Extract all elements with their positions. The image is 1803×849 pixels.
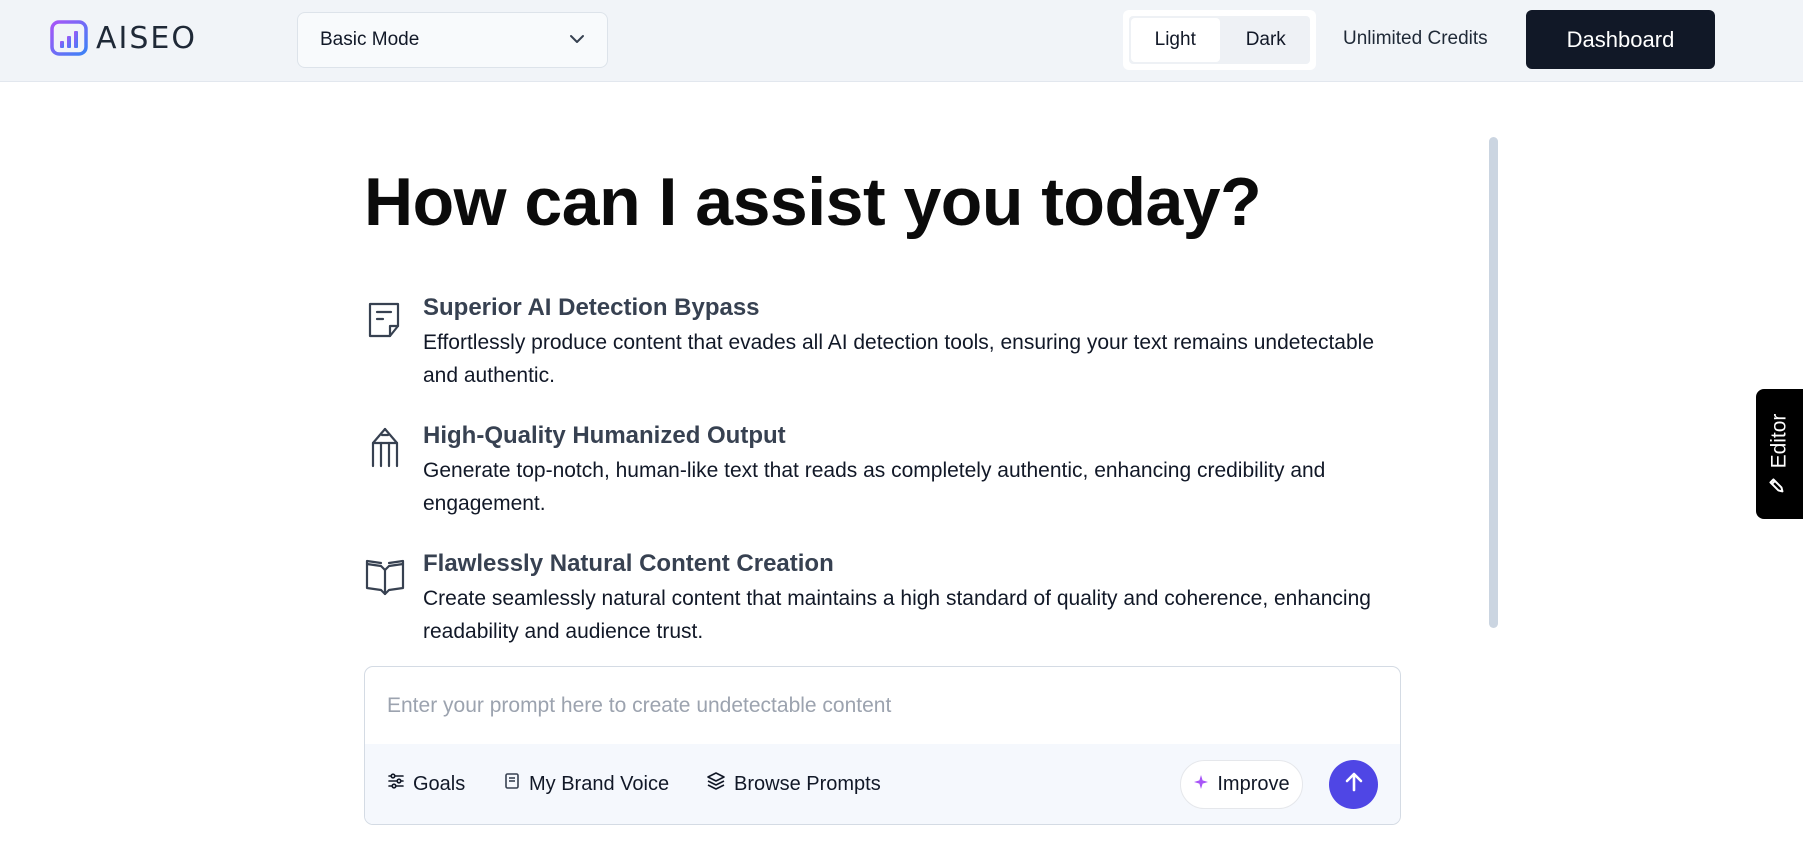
editor-tab-label: Editor xyxy=(1767,413,1791,469)
feature-description: Effortlessly produce content that evades… xyxy=(423,331,1375,387)
goals-label: Goals xyxy=(413,772,466,795)
top-header: AISEO Basic Mode Light Dark Unlimited Cr… xyxy=(0,0,1803,82)
feature-item: Superior AI Detection Bypass Effortlessl… xyxy=(364,292,1404,392)
feature-title: High-Quality Humanized Output xyxy=(423,422,786,449)
browse-prompts-button[interactable]: Browse Prompts xyxy=(706,768,881,800)
arrow-up-icon xyxy=(1343,771,1365,798)
logo-text: AISEO xyxy=(96,20,197,56)
feature-description: Generate top-notch, human-like text that… xyxy=(423,459,1326,515)
brand-voice-button[interactable]: My Brand Voice xyxy=(503,768,669,800)
dashboard-button[interactable]: Dashboard xyxy=(1526,10,1715,69)
logo-icon xyxy=(50,20,88,56)
theme-dark-button[interactable]: Dark xyxy=(1222,16,1311,64)
mode-select[interactable]: Basic Mode xyxy=(297,12,608,68)
sparkle-icon xyxy=(1193,773,1209,796)
sliders-icon xyxy=(387,772,405,796)
editor-tab-content: Editor xyxy=(1768,414,1792,495)
notebook-icon xyxy=(503,772,521,796)
prompt-toolbar: Goals My Brand Voice Browse Prompts Impr… xyxy=(365,744,1400,824)
feature-item: Flawlessly Natural Content Creation Crea… xyxy=(364,548,1404,644)
send-button[interactable] xyxy=(1329,760,1378,809)
content-scrollbar[interactable] xyxy=(1489,137,1498,628)
editor-tab[interactable]: Editor xyxy=(1756,389,1803,519)
mode-select-value: Basic Mode xyxy=(320,29,420,50)
prompt-input[interactable] xyxy=(365,667,1400,744)
browse-prompts-label: Browse Prompts xyxy=(734,772,881,795)
layers-icon xyxy=(706,771,726,797)
goals-button[interactable]: Goals xyxy=(387,768,465,800)
improve-label: Improve xyxy=(1217,773,1290,795)
theme-light-button[interactable]: Light xyxy=(1131,18,1220,62)
feature-description: Create seamlessly natural content that m… xyxy=(423,587,1371,643)
theme-toggle-track: Light Dark xyxy=(1129,16,1310,64)
improve-button[interactable]: Improve xyxy=(1180,760,1303,809)
feature-list: Superior AI Detection Bypass Effortlessl… xyxy=(364,292,1404,644)
brand-voice-label: My Brand Voice xyxy=(529,772,670,795)
chevron-down-icon xyxy=(569,31,585,49)
theme-toggle: Light Dark xyxy=(1123,10,1316,70)
page-title: How can I assist you today? xyxy=(364,164,1262,240)
logo[interactable]: AISEO xyxy=(50,20,197,56)
feature-title: Superior AI Detection Bypass xyxy=(423,294,760,321)
pencil-icon xyxy=(1768,476,1792,494)
pencil-tip-icon xyxy=(364,426,406,468)
credits-label[interactable]: Unlimited Credits xyxy=(1343,28,1488,50)
open-book-icon xyxy=(364,554,406,596)
document-icon xyxy=(364,298,406,340)
feature-title: Flawlessly Natural Content Creation xyxy=(423,550,834,577)
prompt-box: Goals My Brand Voice Browse Prompts Impr… xyxy=(364,666,1401,825)
feature-item: High-Quality Humanized Output Generate t… xyxy=(364,420,1404,520)
